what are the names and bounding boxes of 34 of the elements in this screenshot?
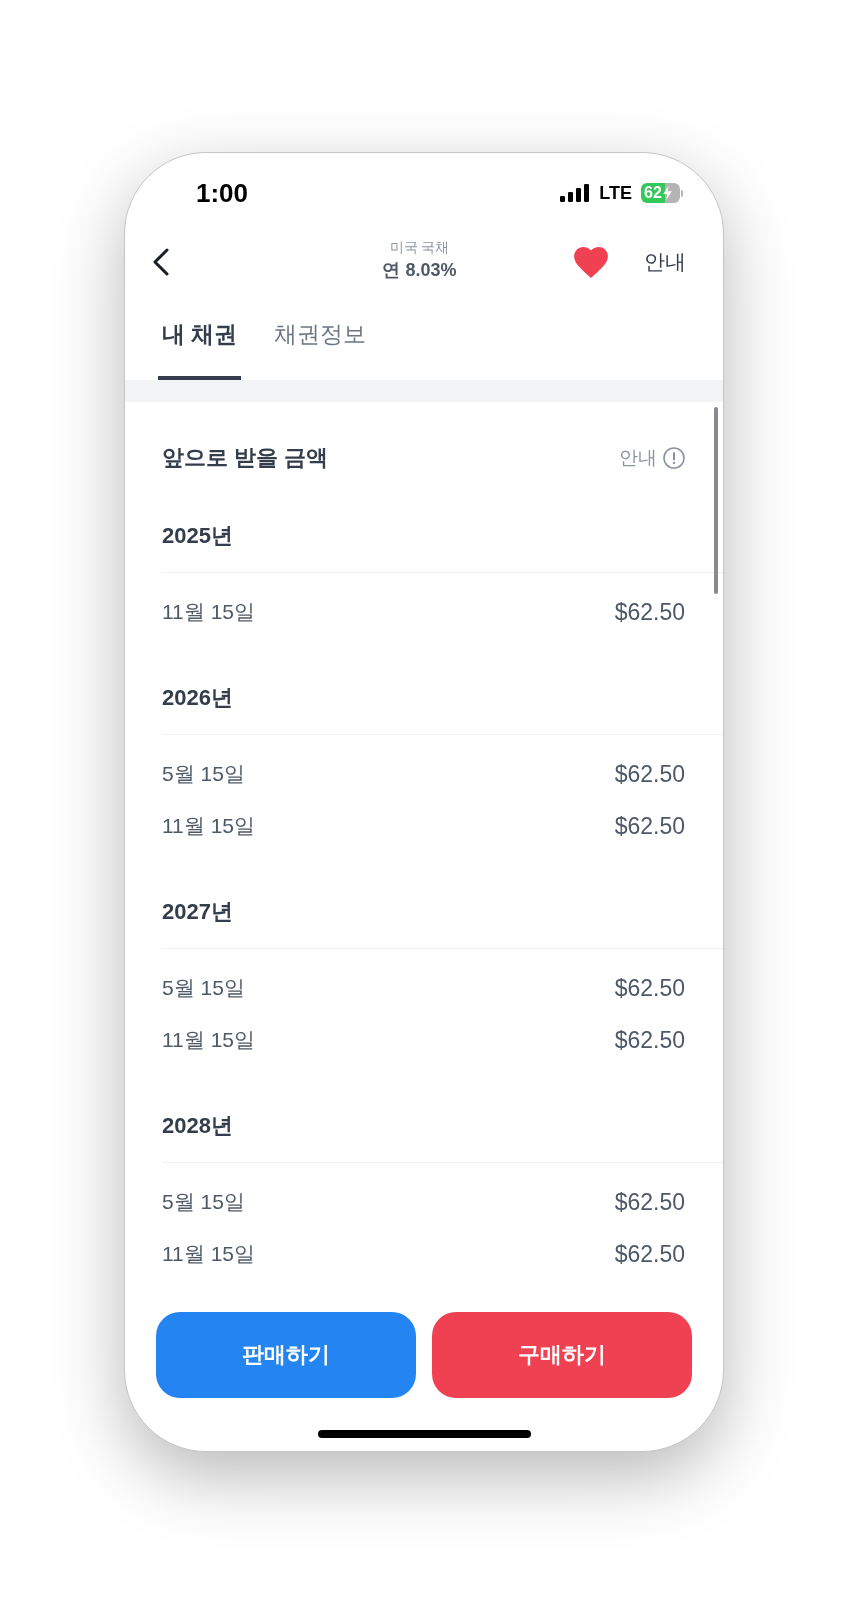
payment-date: 11월 15일 [162, 1241, 255, 1267]
year-heading: 2026년 [162, 684, 233, 712]
payment-date: 11월 15일 [162, 1027, 255, 1053]
sell-button[interactable]: 판매하기 [156, 1312, 416, 1398]
payment-amount: $62.50 [614, 1188, 685, 1216]
battery-percent: 62 [644, 184, 662, 202]
back-icon[interactable] [153, 248, 169, 276]
info-icon [663, 447, 685, 469]
network-label: LTE [599, 183, 632, 203]
buy-button[interactable]: 구매하기 [432, 1312, 692, 1398]
year-heading: 2025년 [162, 522, 233, 550]
payment-amount: $62.50 [614, 1240, 685, 1268]
payment-amount: $62.50 [614, 974, 685, 1002]
heart-icon[interactable] [574, 246, 608, 278]
info-button[interactable]: 안내 [619, 446, 685, 470]
payment-date: 11월 15일 [162, 599, 255, 625]
bolt-icon [662, 186, 672, 200]
payment-date: 5월 15일 [162, 1189, 245, 1215]
payment-date: 5월 15일 [162, 975, 245, 1001]
payment-amount: $62.50 [614, 598, 685, 626]
year-heading: 2027년 [162, 898, 233, 926]
payment-date: 11월 15일 [162, 813, 255, 839]
payment-amount: $62.50 [614, 760, 685, 788]
guide-button[interactable]: 안내 [644, 249, 686, 275]
signal-icon [560, 184, 591, 202]
payment-amount: $62.50 [614, 812, 685, 840]
header-title: 연 8.03% [382, 258, 457, 281]
tab[interactable]: 채권정보 [270, 301, 371, 380]
header-subtitle: 미국 국채 [389, 237, 450, 256]
payment-date: 5월 15일 [162, 761, 245, 787]
year-heading: 2028년 [162, 1112, 233, 1140]
section-title: 앞으로 받을 금액 [162, 444, 329, 472]
payment-amount: $62.50 [614, 1026, 685, 1054]
status-time: 1:00 [196, 180, 249, 206]
